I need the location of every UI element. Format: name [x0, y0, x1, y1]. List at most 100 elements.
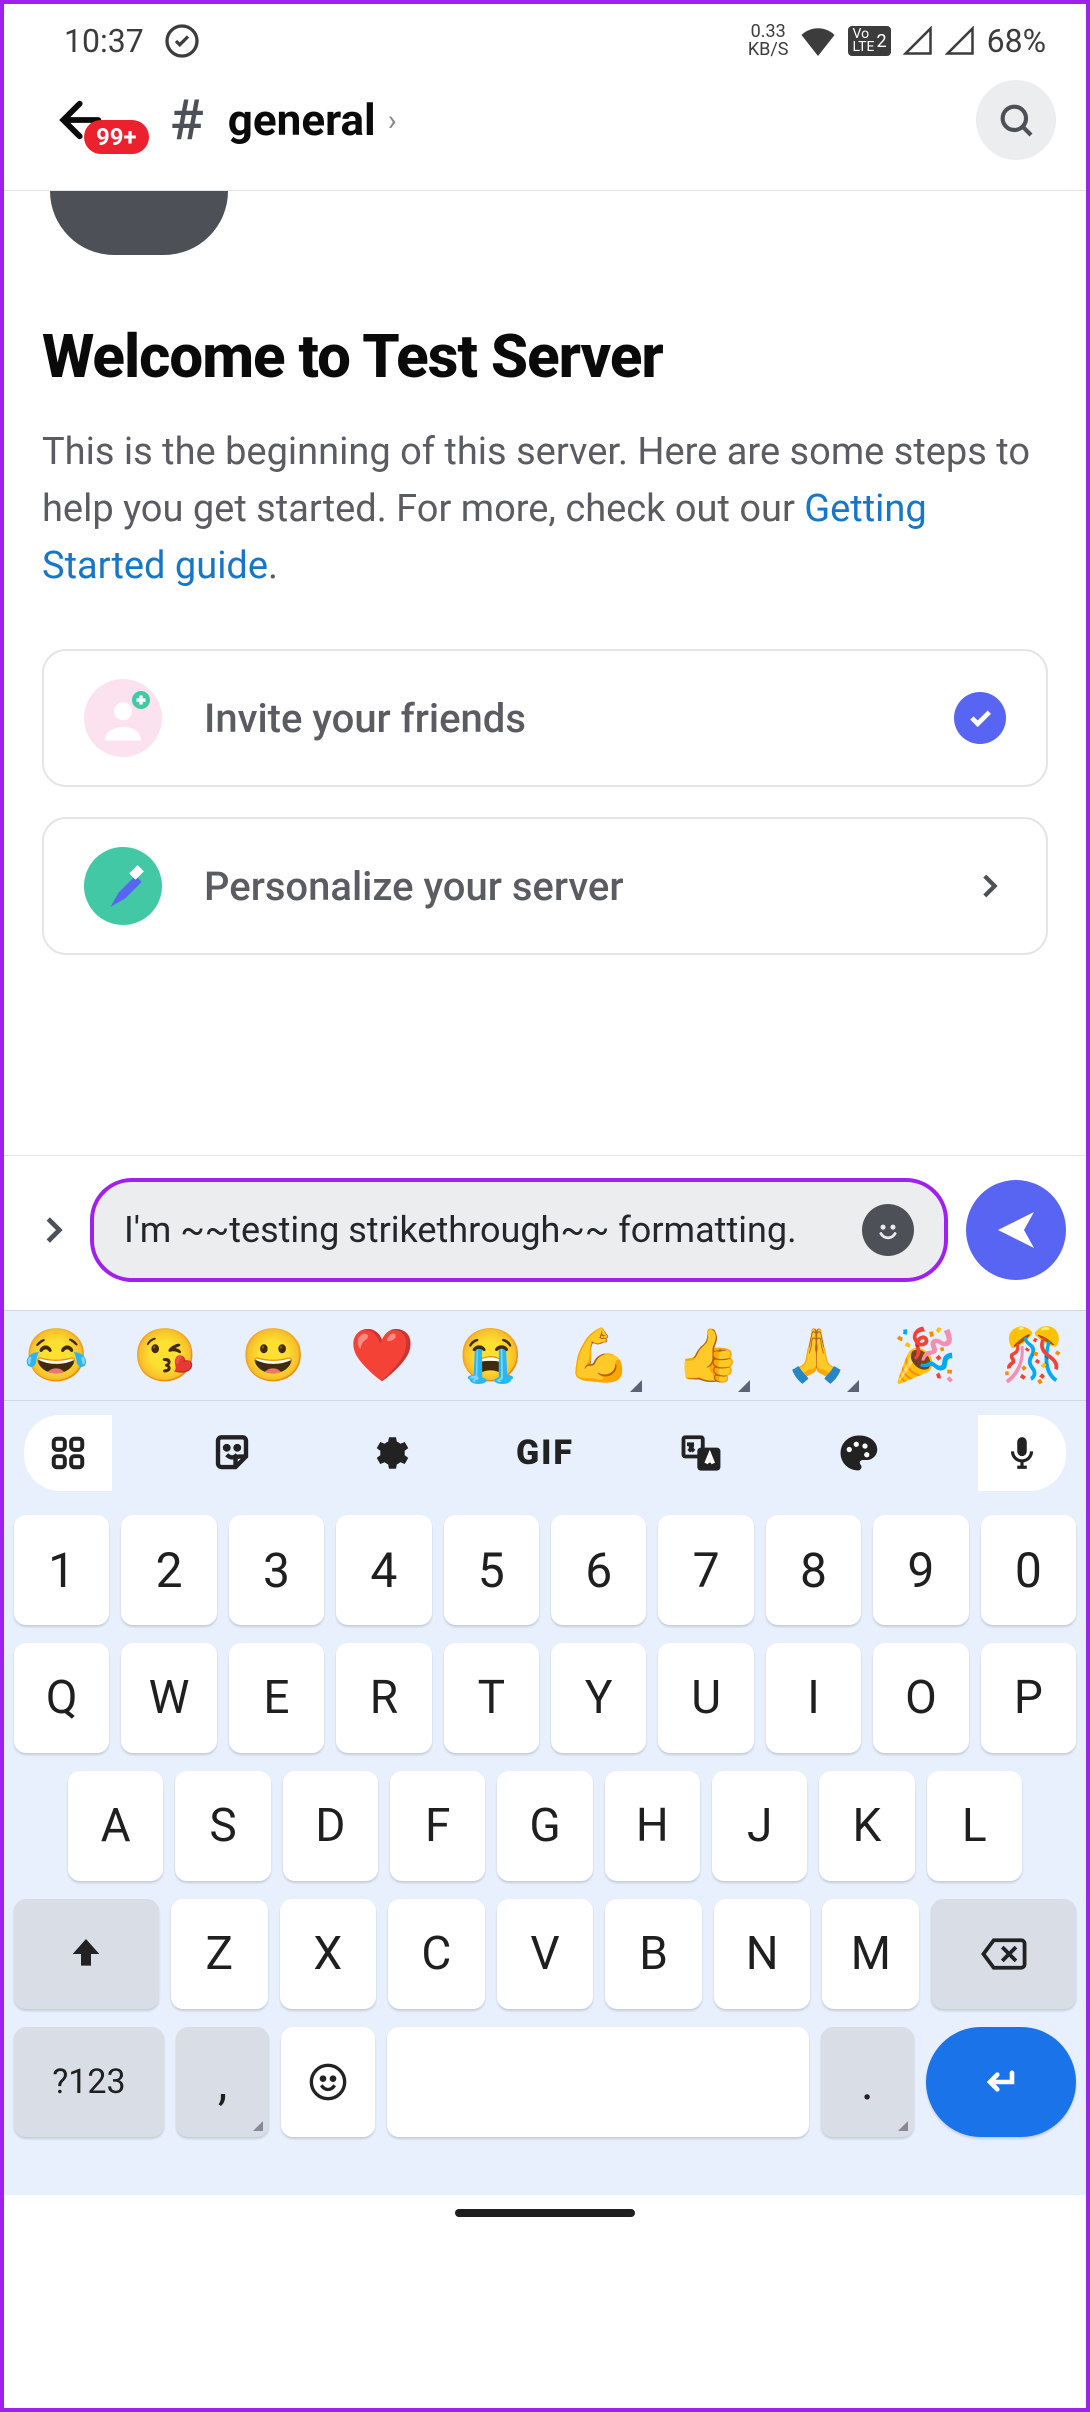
kb-row-5: ?123 , .	[14, 2027, 1076, 2137]
shift-icon	[66, 1934, 106, 1974]
emoji-thumbsup[interactable]: 👍	[667, 1321, 748, 1390]
key-l[interactable]: L	[927, 1771, 1022, 1881]
message-text: I'm ~~testing strikethrough~~ formatting…	[124, 1206, 862, 1255]
emoji-confetti[interactable]: 🎊	[993, 1321, 1074, 1390]
key-z[interactable]: Z	[171, 1899, 268, 2009]
settings-icon[interactable]	[353, 1417, 425, 1489]
key-4[interactable]: 4	[336, 1515, 431, 1625]
emoji-pray[interactable]: 🙏	[776, 1321, 857, 1390]
expand-icon[interactable]	[34, 1211, 72, 1249]
signal-icon	[903, 26, 933, 56]
send-icon	[992, 1206, 1040, 1254]
status-check-icon	[164, 23, 200, 59]
backspace-icon	[980, 1934, 1028, 1974]
emoji-sob[interactable]: 😭	[450, 1321, 531, 1390]
key-0[interactable]: 0	[981, 1515, 1076, 1625]
key-s[interactable]: S	[175, 1771, 270, 1881]
key-backspace[interactable]	[931, 1899, 1076, 2009]
key-m[interactable]: M	[822, 1899, 919, 2009]
key-v[interactable]: V	[497, 1899, 594, 2009]
gif-button[interactable]: GIF	[509, 1417, 581, 1489]
key-b[interactable]: B	[605, 1899, 702, 2009]
kb-row-2: Q W E R T Y U I O P	[14, 1643, 1076, 1753]
kb-row-4: Z X C V B N M	[14, 1899, 1076, 2009]
nav-pill[interactable]	[455, 2209, 635, 2217]
data-rate: 0.33KB/S	[748, 23, 789, 59]
palette-icon[interactable]	[822, 1417, 894, 1489]
emoji-grin[interactable]: 😀	[233, 1321, 314, 1390]
signal-icon-2	[945, 26, 975, 56]
emoji-joy[interactable]: 😂	[16, 1321, 97, 1390]
key-g[interactable]: G	[497, 1771, 592, 1881]
nav-bar	[4, 2195, 1086, 2231]
invite-icon	[84, 679, 162, 757]
send-button[interactable]	[966, 1180, 1066, 1280]
key-7[interactable]: 7	[658, 1515, 753, 1625]
key-d[interactable]: D	[283, 1771, 378, 1881]
key-p[interactable]: P	[981, 1643, 1076, 1753]
personalize-server-card[interactable]: Personalize your server	[42, 817, 1048, 955]
search-button[interactable]	[976, 80, 1056, 160]
emoji-picker-button[interactable]	[862, 1204, 914, 1256]
key-emoji[interactable]	[281, 2027, 375, 2137]
card-label: Invite your friends	[204, 695, 526, 742]
sticker-icon[interactable]	[196, 1417, 268, 1489]
key-symbols[interactable]: ?123	[14, 2027, 164, 2137]
key-k[interactable]: K	[819, 1771, 914, 1881]
key-x[interactable]: X	[280, 1899, 377, 2009]
keyboard: 1 2 3 4 5 6 7 8 9 0 Q W E R T Y U I O P …	[4, 1497, 1086, 2195]
emoji-heart[interactable]: ❤️	[342, 1321, 423, 1390]
key-8[interactable]: 8	[766, 1515, 861, 1625]
emoji-suggestions: 😂 😘 😀 ❤️ 😭 💪 👍 🙏 🎉 🎊	[4, 1310, 1086, 1401]
server-avatar	[44, 191, 234, 261]
key-o[interactable]: O	[873, 1643, 968, 1753]
emoji-party[interactable]: 🎉	[885, 1321, 966, 1390]
key-a[interactable]: A	[68, 1771, 163, 1881]
key-2[interactable]: 2	[121, 1515, 216, 1625]
channel-name[interactable]: general	[228, 94, 376, 146]
key-e[interactable]: E	[229, 1643, 324, 1753]
emoji-kiss[interactable]: 😘	[125, 1321, 206, 1390]
key-u[interactable]: U	[658, 1643, 753, 1753]
key-w[interactable]: W	[121, 1643, 216, 1753]
key-5[interactable]: 5	[444, 1515, 539, 1625]
key-t[interactable]: T	[444, 1643, 539, 1753]
key-period[interactable]: .	[821, 2027, 915, 2137]
translate-icon[interactable]	[665, 1417, 737, 1489]
key-3[interactable]: 3	[229, 1515, 324, 1625]
key-i[interactable]: I	[766, 1643, 861, 1753]
key-j[interactable]: J	[712, 1771, 807, 1881]
invite-friends-card[interactable]: Invite your friends	[42, 649, 1048, 787]
key-f[interactable]: F	[390, 1771, 485, 1881]
key-1[interactable]: 1	[14, 1515, 109, 1625]
key-enter[interactable]	[926, 2027, 1076, 2137]
unread-badge: 99+	[84, 120, 149, 154]
channel-header: 99+ # general ›	[4, 70, 1086, 190]
key-c[interactable]: C	[388, 1899, 485, 2009]
key-shift[interactable]	[14, 1899, 159, 2009]
key-comma[interactable]: ,	[176, 2027, 270, 2137]
message-input-bar: I'm ~~testing strikethrough~~ formatting…	[4, 1155, 1086, 1310]
key-9[interactable]: 9	[873, 1515, 968, 1625]
welcome-subtitle: This is the beginning of this server. He…	[42, 424, 1048, 595]
apps-icon[interactable]	[24, 1415, 112, 1491]
mic-icon[interactable]	[978, 1415, 1066, 1491]
chevron-right-icon	[972, 869, 1006, 903]
kb-row-1: 1 2 3 4 5 6 7 8 9 0	[14, 1515, 1076, 1625]
key-q[interactable]: Q	[14, 1643, 109, 1753]
smile-icon	[871, 1213, 905, 1247]
message-input[interactable]: I'm ~~testing strikethrough~~ formatting…	[90, 1178, 948, 1282]
key-r[interactable]: R	[336, 1643, 431, 1753]
key-6[interactable]: 6	[551, 1515, 646, 1625]
emoji-muscle[interactable]: 💪	[559, 1321, 640, 1390]
wifi-icon	[800, 26, 836, 56]
search-icon	[996, 100, 1036, 140]
key-n[interactable]: N	[714, 1899, 811, 2009]
key-h[interactable]: H	[605, 1771, 700, 1881]
chevron-right-icon: ›	[388, 103, 397, 138]
status-bar: 10:37 0.33KB/S VoLTE2 68%	[4, 4, 1086, 70]
key-y[interactable]: Y	[551, 1643, 646, 1753]
keyboard-toolbar: GIF	[4, 1401, 1086, 1497]
key-space[interactable]	[387, 2027, 808, 2137]
card-label: Personalize your server	[204, 863, 624, 910]
